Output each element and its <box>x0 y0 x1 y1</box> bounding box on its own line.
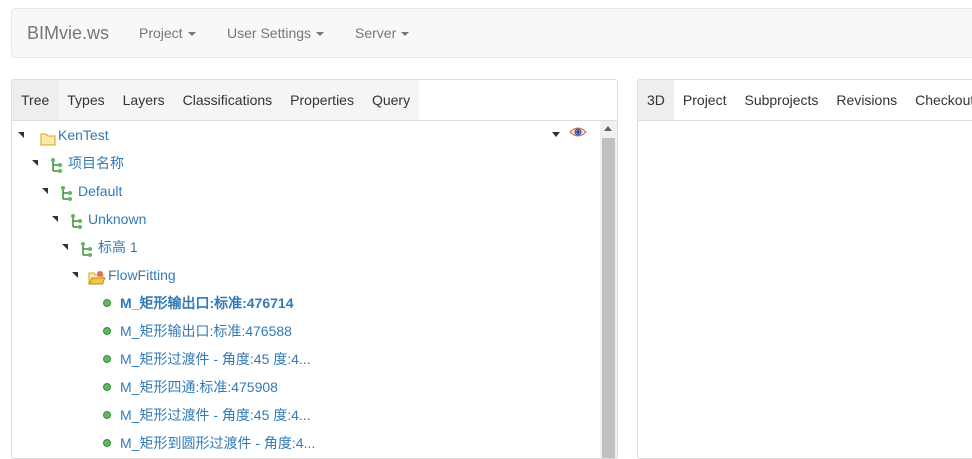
expand-toggle-icon[interactable] <box>42 188 48 194</box>
user-settings-menu[interactable]: User Settings <box>227 9 325 57</box>
folder-open-icon <box>88 267 106 295</box>
tree-node-label: 标高 1 <box>98 239 138 255</box>
chevron-down-icon <box>401 32 410 37</box>
top-navbar: BIMvie.ws Project User Settings Server <box>11 8 972 58</box>
tree-node-label: M_矩形四通:标准:475908 <box>120 379 278 395</box>
scroll-up-arrow-icon[interactable] <box>604 126 612 131</box>
project-menu-label: Project <box>139 25 183 41</box>
project-menu[interactable]: Project <box>139 9 196 57</box>
leaf-dot-icon <box>103 383 111 391</box>
right-panel: 3D Project Subprojects Revisions Checkou… <box>637 79 972 459</box>
object-tree: KenTest 项目名称 Default Unknown 标高 1 FlowFi… <box>12 121 595 458</box>
hierarchy-icon <box>60 183 74 211</box>
tree-node-label: 项目名称 <box>68 155 124 171</box>
server-menu-label: Server <box>355 25 397 41</box>
tab-revisions[interactable]: Revisions <box>827 80 906 120</box>
left-tab-strip: Tree Types Layers Classifications Proper… <box>12 80 420 120</box>
tab-checkout[interactable]: Checkout <box>906 80 972 120</box>
leaf-dot-icon <box>103 299 111 307</box>
tab-layers[interactable]: Layers <box>113 80 174 120</box>
chevron-down-icon <box>316 32 325 37</box>
leaf-dot-icon <box>103 411 111 419</box>
tree-node-label: M_矩形过渡件 - 角度:45 度:4... <box>120 351 311 367</box>
leaf-dot-icon <box>103 439 111 447</box>
leaf-dot-icon <box>103 327 111 335</box>
user-settings-menu-label: User Settings <box>227 25 312 41</box>
tree-node-label: FlowFitting <box>108 267 176 283</box>
expand-toggle-icon[interactable] <box>72 272 78 278</box>
tab-properties[interactable]: Properties <box>281 80 363 120</box>
tree-node-label: M_矩形输出口:标准:476588 <box>120 323 292 339</box>
expand-toggle-icon[interactable] <box>62 244 68 250</box>
expand-toggle-icon[interactable] <box>18 132 24 138</box>
server-menu[interactable]: Server <box>355 9 410 57</box>
expand-toggle-icon[interactable] <box>52 216 58 222</box>
brand-logo[interactable]: BIMvie.ws <box>27 9 109 57</box>
right-tab-bar: 3D Project Subprojects Revisions Checkou… <box>638 80 972 121</box>
tree-node-label: M_矩形输出口:标准:476714 <box>120 295 294 311</box>
tree-node-label: M_矩形过渡件 - 角度:45 度:4... <box>120 407 311 423</box>
tab-tree[interactable]: Tree <box>12 80 59 120</box>
tab-project[interactable]: Project <box>674 80 736 120</box>
tab-types[interactable]: Types <box>58 80 114 120</box>
tree-node-label: M_矩形到圆形过渡件 - 角度:4... <box>120 435 316 451</box>
expand-toggle-icon[interactable] <box>32 160 38 166</box>
tab-3d[interactable]: 3D <box>638 80 674 120</box>
tree-node-label: Default <box>78 183 123 199</box>
hierarchy-icon <box>80 239 94 267</box>
scrollbar-thumb[interactable] <box>602 138 615 458</box>
dropdown-caret-icon[interactable] <box>552 132 560 137</box>
hierarchy-icon <box>50 155 64 183</box>
eye-icon[interactable] <box>569 125 587 142</box>
tab-query[interactable]: Query <box>362 80 420 120</box>
chevron-down-icon <box>187 32 196 37</box>
vertical-scrollbar[interactable] <box>600 121 617 458</box>
folder-icon <box>40 127 56 155</box>
tab-classifications[interactable]: Classifications <box>173 80 282 120</box>
tab-subprojects[interactable]: Subprojects <box>735 80 827 120</box>
left-tab-bar: Tree Types Layers Classifications Proper… <box>12 80 617 121</box>
tree-node-label: Unknown <box>88 211 147 227</box>
tree-node-label: KenTest <box>58 127 109 143</box>
leaf-dot-icon <box>103 355 111 363</box>
left-panel: Tree Types Layers Classifications Proper… <box>11 79 618 459</box>
hierarchy-icon <box>70 211 84 239</box>
